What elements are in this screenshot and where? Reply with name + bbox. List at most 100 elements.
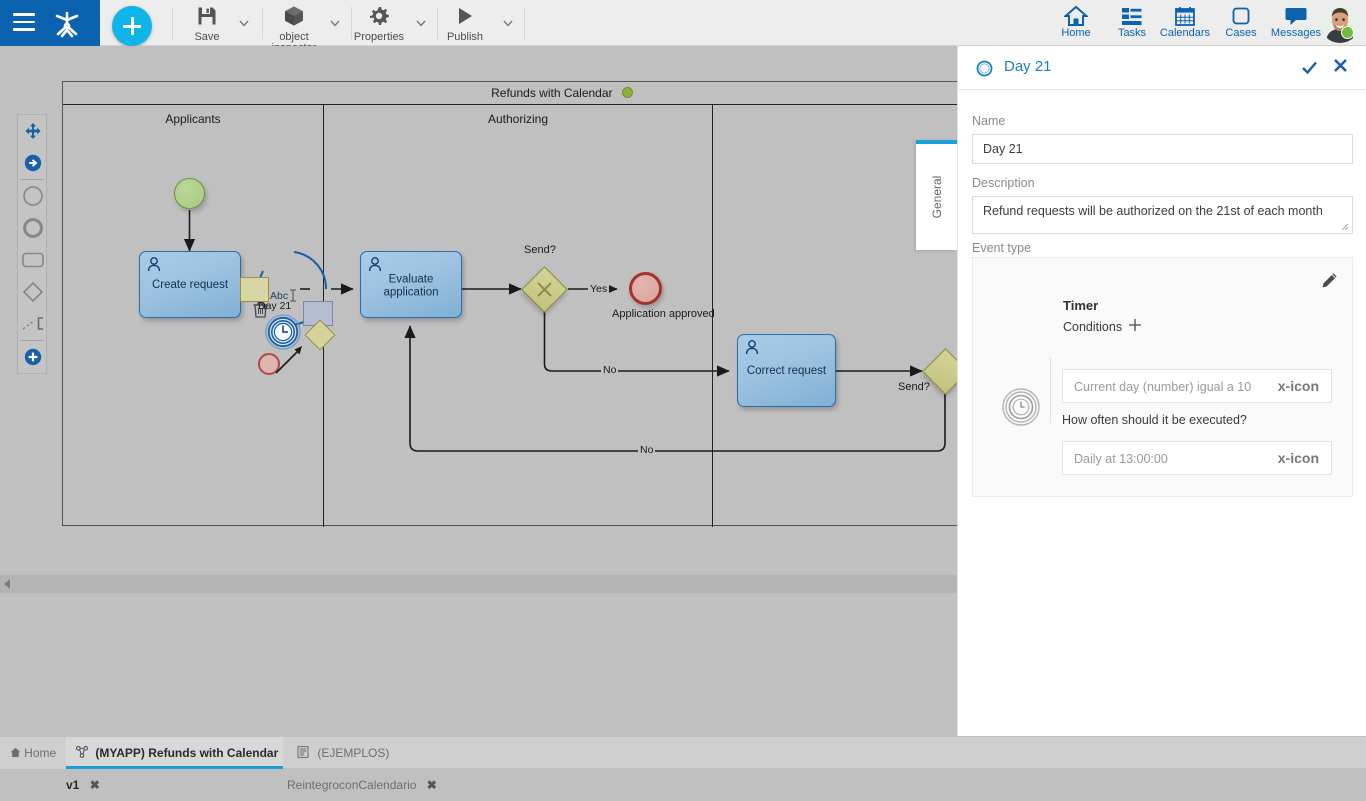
conditions-label: Conditions <box>1063 320 1122 334</box>
lane-applicants-label: Applicants <box>63 112 323 126</box>
avatar[interactable] <box>1320 3 1360 43</box>
start-event[interactable] <box>174 178 205 209</box>
properties-dropdown-caret[interactable] <box>413 15 429 31</box>
nav-messages[interactable]: Messages <box>1265 3 1327 45</box>
remove-condition-icon[interactable]: x-icon <box>1278 379 1319 393</box>
sequence-flow-icon[interactable] <box>18 308 48 340</box>
remove-frequency-icon[interactable]: x-icon <box>1278 451 1319 465</box>
object-inspector-button[interactable]: object inspector <box>266 0 322 46</box>
nav-cases[interactable]: Cases <box>1213 3 1269 45</box>
task-correct-request-label: Correct request <box>738 365 835 378</box>
nav-cases-label: Cases <box>1213 27 1269 40</box>
event-type-label: Event type <box>972 241 1031 255</box>
task-rounded-rect-icon[interactable] <box>18 244 48 276</box>
timer-event-label: Day 21 <box>258 300 291 312</box>
horizontal-scrollbar[interactable] <box>0 575 957 593</box>
panel-header: Day 21 <box>958 46 1366 90</box>
publish-button[interactable]: Publish <box>441 0 489 46</box>
condition-value: Current day (number) igual a 10 <box>1074 380 1251 394</box>
task-evaluate-application[interactable]: Evaluate application <box>360 251 462 318</box>
speech-bubble-icon <box>1265 5 1327 27</box>
gear-icon <box>352 5 406 32</box>
pool-header: Refunds with Calendar <box>63 82 957 105</box>
pencil-icon[interactable] <box>1321 272 1338 294</box>
name-field-label: Name <box>972 114 1005 128</box>
toolbar-divider-1 <box>172 7 173 39</box>
close-panel-button[interactable] <box>1333 58 1348 78</box>
nav-tasks[interactable]: Tasks <box>1104 3 1160 45</box>
task-evaluate-application-label: Evaluate application <box>361 273 461 299</box>
save-floppy-icon <box>182 5 232 32</box>
nav-home[interactable]: Home <box>1048 3 1104 45</box>
confirm-button[interactable] <box>1301 59 1318 81</box>
frequency-field[interactable]: Daily at 13:00:00 x-icon <box>1062 441 1332 475</box>
properties-button[interactable]: Properties <box>352 0 406 46</box>
end-event-label: Application approved <box>612 308 682 320</box>
user-task-icon <box>147 257 161 275</box>
tasks-list-icon <box>1104 5 1160 27</box>
properties-label: Properties <box>352 32 406 43</box>
frequency-value: Daily at 13:00:00 <box>1074 452 1168 466</box>
case-square-icon <box>1213 5 1269 27</box>
play-triangle-icon <box>441 5 489 32</box>
event-type-card: Timer Conditions Current day (number) ig… <box>972 257 1353 497</box>
properties-panel: Day 21 Name Description Event type <box>957 46 1366 736</box>
general-tab-label: General <box>930 176 944 219</box>
toolbar-divider-5 <box>524 7 525 39</box>
connector-arrow-icon[interactable] <box>18 147 48 179</box>
shape-palette[interactable] <box>17 114 47 374</box>
name-input[interactable] <box>972 134 1353 164</box>
close-tab-icon[interactable]: ✖ <box>90 778 100 792</box>
task-create-request[interactable]: Create request <box>139 251 241 318</box>
calendar-icon <box>1155 5 1215 27</box>
status-badge <box>1341 26 1354 39</box>
task-create-request-label: Create request <box>140 279 240 292</box>
home-small-icon <box>10 746 24 760</box>
taskbar-tab-home-label: Home <box>24 746 56 760</box>
diagram-canvas[interactable]: Refunds with Calendar Applicants Authori… <box>0 46 957 736</box>
process-icon <box>76 746 91 760</box>
nav-calendars[interactable]: Calendars <box>1155 3 1215 45</box>
taskbar-tab-form[interactable]: (EJEMPLOS) ReintegroconCalendario ✖ <box>287 737 517 769</box>
gateway-send-1-label: Send? <box>524 244 556 256</box>
add-new-button[interactable] <box>112 6 152 46</box>
gateway-diamond-icon[interactable] <box>18 276 48 308</box>
object-inspector-dropdown-caret[interactable] <box>327 15 343 31</box>
form-icon <box>297 746 312 760</box>
taskbar-tab-home[interactable]: Home <box>0 737 66 769</box>
save-button[interactable]: Save <box>182 0 232 46</box>
general-tab[interactable]: General <box>916 140 957 250</box>
timer-event-day-21[interactable] <box>265 314 301 350</box>
save-label: Save <box>182 32 232 43</box>
description-input[interactable] <box>972 196 1353 234</box>
save-dropdown-caret[interactable] <box>236 15 252 31</box>
scroll-left-arrow-icon[interactable] <box>4 579 10 589</box>
flow-label-yes: Yes <box>588 283 609 295</box>
description-field-label: Description <box>972 176 1035 190</box>
publish-dropdown-caret[interactable] <box>500 15 516 31</box>
move-tool-icon[interactable] <box>18 115 48 147</box>
add-condition-icon[interactable] <box>1127 317 1143 338</box>
condition-field[interactable]: Current day (number) igual a 10 x-icon <box>1062 369 1332 403</box>
close-tab-icon[interactable]: ✖ <box>427 778 437 792</box>
event-circle-icon <box>976 60 993 77</box>
end-event-application-approved[interactable] <box>629 272 662 305</box>
context-menu-data-shape[interactable] <box>240 277 269 302</box>
add-element-icon[interactable] <box>18 341 48 373</box>
user-task-icon <box>745 340 759 358</box>
task-correct-request[interactable]: Correct request <box>737 334 836 407</box>
pool-status-dot <box>622 87 633 98</box>
card-divider <box>1050 358 1051 423</box>
bizagi-logo-icon[interactable] <box>50 10 84 38</box>
cube-icon <box>266 5 322 32</box>
panel-title: Day 21 <box>1004 58 1052 75</box>
intermediate-event-circle-icon[interactable] <box>18 212 48 244</box>
toolbar-divider-2 <box>262 7 263 39</box>
taskbar-tab-process[interactable]: (MYAPP) Refunds with Calendar v1 ✖ <box>66 737 283 769</box>
frequency-label: How often should it be executed? <box>1062 413 1247 427</box>
top-toolbar: Save object inspector Properties <box>0 0 1366 46</box>
nav-calendars-label: Calendars <box>1155 27 1215 40</box>
start-event-circle-icon[interactable] <box>18 180 48 212</box>
nav-messages-label: Messages <box>1265 27 1327 40</box>
hamburger-icon[interactable] <box>13 13 35 31</box>
